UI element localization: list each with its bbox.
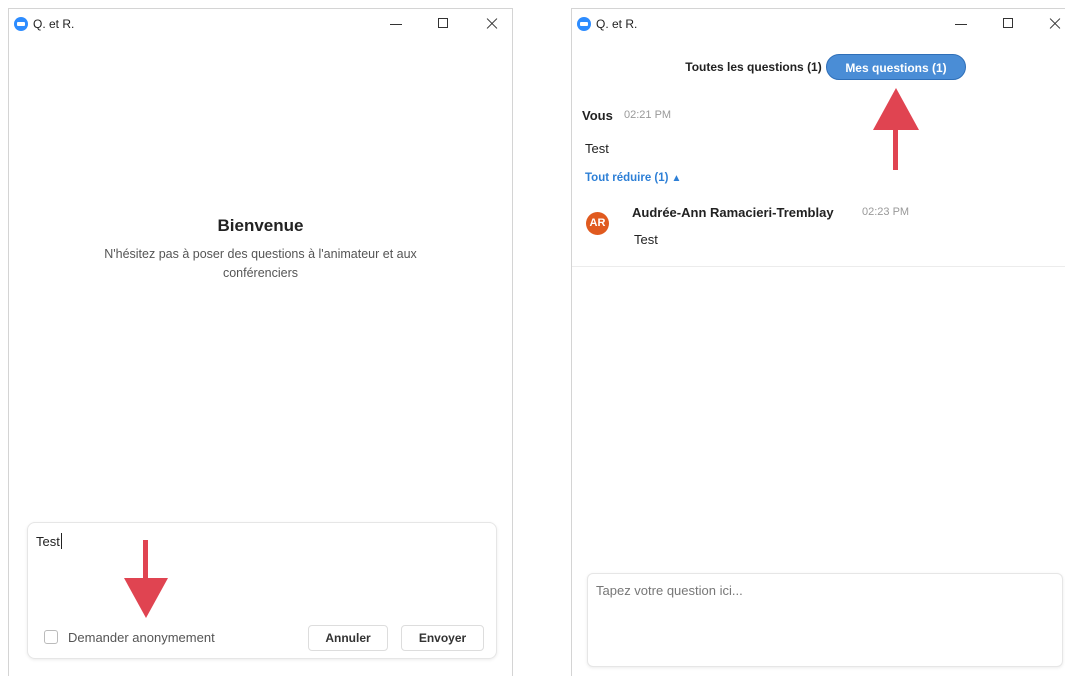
cancel-button[interactable]: Annuler: [308, 625, 388, 651]
collapse-all-link[interactable]: Tout réduire (1) ▲: [585, 172, 681, 184]
maximize-icon[interactable]: [994, 12, 1024, 36]
reply-author: Audrée-Ann Ramacieri-Tremblay: [632, 205, 834, 220]
title-bar: Q. et R.: [9, 9, 512, 39]
qa-window-my-questions: Q. et R. Toutes les questions (1) Mes qu…: [571, 8, 1065, 676]
tab-my-questions[interactable]: Mes questions (1): [826, 54, 966, 80]
reply-text: Test: [634, 232, 658, 247]
minimize-icon[interactable]: [381, 12, 411, 36]
question-input[interactable]: Test: [36, 533, 62, 549]
zoom-app-icon: [14, 17, 28, 31]
question-timestamp: 02:21 PM: [624, 109, 672, 121]
zoom-app-icon: [577, 17, 591, 31]
window-title: Q. et R.: [33, 17, 75, 31]
reply-timestamp: 02:23 PM: [862, 206, 910, 218]
welcome-subtitle: N'hésitez pas à poser des questions à l'…: [104, 247, 417, 280]
window-title: Q. et R.: [596, 17, 638, 31]
close-icon[interactable]: [477, 12, 507, 36]
anonymous-checkbox[interactable]: [44, 630, 58, 644]
maximize-icon[interactable]: [429, 12, 459, 36]
minimize-icon[interactable]: [946, 12, 976, 36]
arrow-head: [124, 578, 168, 618]
arrow-shaft: [143, 540, 148, 582]
send-button[interactable]: Envoyer: [401, 625, 484, 651]
question-compose-box[interactable]: Test Demander anonymement Annuler Envoye…: [27, 522, 497, 659]
question-compose-box[interactable]: Tapez votre question ici...: [587, 573, 1063, 667]
tab-all-questions[interactable]: Toutes les questions (1): [682, 54, 825, 80]
qa-window-welcome: Q. et R. Bienvenue N'hésitez pas à poser…: [8, 8, 513, 676]
arrow-shaft: [893, 128, 898, 170]
arrow-head: [873, 88, 919, 130]
chevron-up-icon: ▲: [671, 173, 682, 184]
close-icon[interactable]: [1040, 12, 1065, 36]
divider: [572, 266, 1065, 267]
question-author: Vous: [582, 108, 613, 123]
question-input-placeholder[interactable]: Tapez votre question ici...: [596, 583, 743, 598]
title-bar: Q. et R.: [572, 9, 1065, 39]
text-caret: [60, 533, 62, 549]
anonymous-label[interactable]: Demander anonymement: [68, 630, 215, 645]
question-text: Test: [585, 141, 609, 156]
welcome-title: Bienvenue: [217, 216, 304, 235]
avatar: AR: [586, 212, 609, 235]
